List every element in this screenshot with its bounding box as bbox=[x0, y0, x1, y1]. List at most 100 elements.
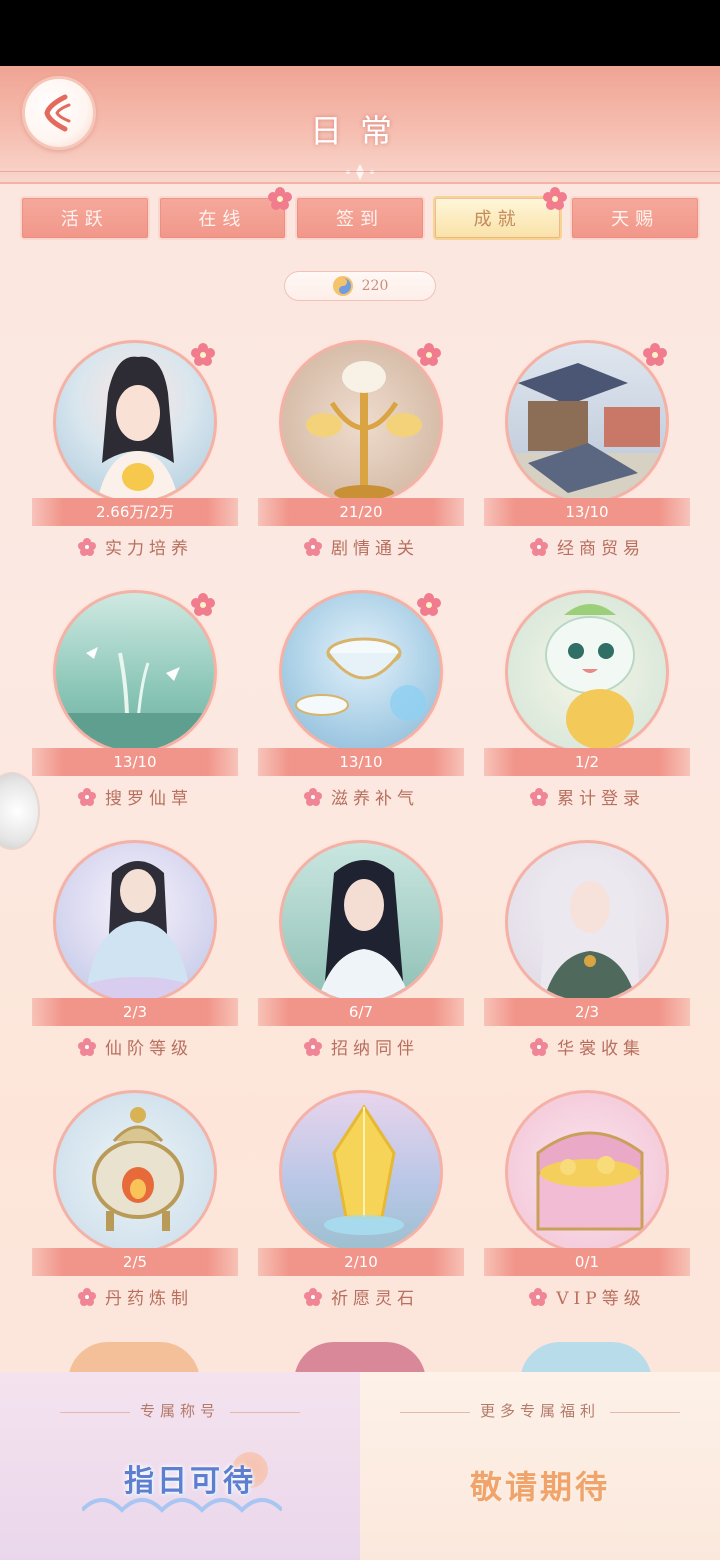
companion-swordsman-icon bbox=[317, 860, 411, 1001]
progress-bar: 2/5 bbox=[32, 1248, 238, 1276]
flower-badge-icon bbox=[417, 343, 441, 366]
achievement-image bbox=[505, 590, 669, 754]
achievement-card[interactable]: 1/2 累计登录 bbox=[474, 588, 700, 818]
progress-bar: 13/10 bbox=[258, 748, 464, 776]
achievement-label: 实力培养 bbox=[22, 534, 248, 559]
status-bar bbox=[0, 0, 720, 66]
achievement-label: 祈愿灵石 bbox=[248, 1284, 474, 1309]
achievement-card[interactable]: 2/3 华裳收集 bbox=[474, 838, 700, 1068]
progress-bar: 2/3 bbox=[484, 998, 690, 1026]
progress-bar: 2/3 bbox=[32, 998, 238, 1026]
progress-bar: 6/7 bbox=[258, 998, 464, 1026]
sakura-icon bbox=[304, 1037, 322, 1056]
achievement-label-text: 祈愿灵石 bbox=[331, 1289, 419, 1309]
sakura-icon bbox=[529, 1287, 548, 1306]
tab-label: 签到 bbox=[335, 209, 384, 230]
achievement-card[interactable]: 13/10 滋养补气 bbox=[248, 588, 474, 818]
achievement-label: 剧情通关 bbox=[248, 534, 474, 559]
bottom-panel: 专属称号 指日可待 更多专属福利 敬请期待 bbox=[0, 1372, 720, 1560]
achievement-label-text: 滋养补气 bbox=[331, 789, 419, 809]
achievement-image bbox=[279, 840, 443, 1004]
sakura-icon bbox=[304, 537, 322, 556]
tab-label: 在线 bbox=[198, 209, 247, 230]
achievement-image bbox=[53, 1090, 217, 1254]
daily-screen: 日常 活跃 在线 签到 成就 天赐 220 2.66万/2万 实力培养 21/2… bbox=[0, 66, 720, 1560]
tab-label: 活跃 bbox=[60, 209, 109, 230]
exclusive-title-panel: 专属称号 指日可待 bbox=[0, 1372, 360, 1560]
sakura-icon bbox=[78, 1287, 96, 1306]
flower-badge-icon bbox=[643, 343, 667, 366]
more-benefits-panel: 更多专属福利 敬请期待 bbox=[360, 1372, 720, 1560]
progress-bar: 1/2 bbox=[484, 748, 690, 776]
achievement-label: 丹药炼制 bbox=[22, 1284, 248, 1309]
flower-badge-icon bbox=[543, 187, 568, 210]
achievement-card[interactable]: 2/10 祈愿灵石 bbox=[248, 1088, 474, 1318]
sakura-icon bbox=[530, 1037, 548, 1056]
tab-label: 天赐 bbox=[611, 209, 660, 230]
spirit-coin-icon bbox=[332, 276, 353, 296]
coming-soon-text: 敬请期待 bbox=[469, 1468, 610, 1506]
achievement-card[interactable]: 2/5 丹药炼制 bbox=[22, 1088, 248, 1318]
header: 日常 bbox=[0, 66, 720, 184]
tab-label: 成就 bbox=[473, 209, 522, 230]
achievement-label: VIP等级 bbox=[474, 1284, 700, 1309]
ornament-icon bbox=[346, 164, 374, 180]
section-title: 更多专属福利 bbox=[360, 1400, 720, 1421]
achievement-card[interactable]: 13/10 经商贸易 bbox=[474, 338, 700, 568]
flower-badge-icon bbox=[191, 343, 215, 366]
progress-bar: 13/10 bbox=[32, 748, 238, 776]
sakura-icon bbox=[530, 787, 548, 806]
tab-achievement[interactable]: 成就 bbox=[432, 187, 568, 240]
achievement-label-text: 华裳收集 bbox=[557, 1039, 645, 1059]
progress-bar: 0/1 bbox=[484, 1248, 690, 1276]
achievement-card[interactable]: 21/20 剧情通关 bbox=[248, 338, 474, 568]
achievement-label: 搜罗仙草 bbox=[22, 784, 248, 809]
achievement-label: 滋养补气 bbox=[248, 784, 474, 809]
flower-badge-icon bbox=[268, 187, 293, 210]
achievement-label-text: 累计登录 bbox=[557, 789, 645, 809]
spirit-pet-icon bbox=[545, 604, 635, 749]
achievement-image bbox=[279, 1090, 443, 1254]
achievement-card[interactable]: 2.66万/2万 实力培养 bbox=[22, 338, 248, 568]
progress-bar: 13/10 bbox=[484, 498, 690, 526]
achievement-label: 累计登录 bbox=[474, 784, 700, 809]
achievement-label-text: 实力培养 bbox=[105, 539, 193, 559]
achievement-label: 招纳同伴 bbox=[248, 1034, 474, 1059]
alchemy-cauldron-icon bbox=[92, 1107, 184, 1231]
achievement-card[interactable]: 13/10 搜罗仙草 bbox=[22, 588, 248, 818]
title-placeholder-text: 指日可待 bbox=[124, 1464, 256, 1499]
tab-online[interactable]: 在线 bbox=[157, 187, 293, 240]
treasure-chest-icon bbox=[536, 1131, 644, 1231]
progress-bar: 21/20 bbox=[258, 498, 464, 526]
wish-crystal-icon bbox=[324, 1104, 404, 1235]
tab-checkin[interactable]: 签到 bbox=[295, 196, 425, 240]
achievement-label-text: VIP等级 bbox=[556, 1289, 646, 1309]
achievement-image bbox=[505, 1090, 669, 1254]
sakura-icon bbox=[78, 537, 96, 556]
currency-amount: 220 bbox=[361, 278, 389, 294]
achievement-image bbox=[505, 840, 669, 1004]
white-hair-lady-icon bbox=[540, 863, 640, 1001]
achievement-image bbox=[53, 840, 217, 1004]
achievement-label-text: 搜罗仙草 bbox=[105, 789, 193, 809]
achievement-card[interactable]: 2/3 仙阶等级 bbox=[22, 838, 248, 1068]
sakura-icon bbox=[530, 537, 548, 556]
achievement-label-text: 丹药炼制 bbox=[105, 1289, 193, 1309]
tab-bar: 活跃 在线 签到 成就 天赐 bbox=[20, 187, 700, 240]
achievement-label-text: 招纳同伴 bbox=[331, 1039, 419, 1059]
achievement-label-text: 剧情通关 bbox=[331, 539, 419, 559]
sakura-icon bbox=[304, 1287, 322, 1306]
achievement-card[interactable]: 0/1 VIP等级 bbox=[474, 1088, 700, 1318]
sakura-icon bbox=[78, 787, 96, 806]
achievement-label: 经商贸易 bbox=[474, 534, 700, 559]
tab-active[interactable]: 活跃 bbox=[20, 196, 150, 240]
page-title: 日常 bbox=[309, 112, 410, 150]
achievement-label: 华裳收集 bbox=[474, 1034, 700, 1059]
achievement-label-text: 经商贸易 bbox=[557, 539, 645, 559]
currency-display: 220 bbox=[284, 271, 436, 301]
tab-heaven-gift[interactable]: 天赐 bbox=[570, 196, 700, 240]
achievement-label: 仙阶等级 bbox=[22, 1034, 248, 1059]
achievement-card[interactable]: 6/7 招纳同伴 bbox=[248, 838, 474, 1068]
section-title: 专属称号 bbox=[0, 1400, 360, 1421]
flower-badge-icon bbox=[191, 593, 215, 616]
